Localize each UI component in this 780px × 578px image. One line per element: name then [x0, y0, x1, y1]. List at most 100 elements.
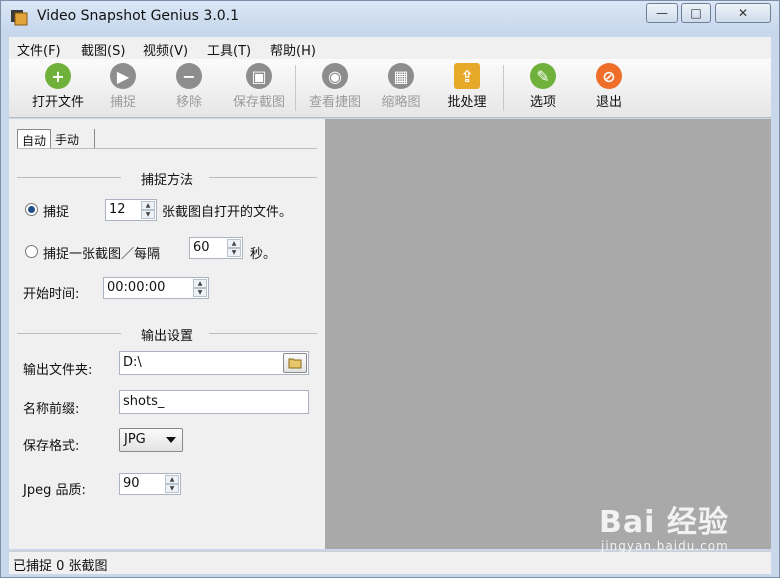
- toolbar-separator: [503, 65, 504, 111]
- save-format-label: 保存格式:: [23, 439, 80, 454]
- output-folder-field[interactable]: D:\: [119, 351, 309, 375]
- capture-interval-label: 捕捉一张截图／每隔: [43, 247, 161, 262]
- minus-icon: −: [176, 63, 202, 89]
- capture-count-suffix: 张截图自打开的文件。: [162, 205, 293, 220]
- app-logo-icon: [11, 10, 28, 26]
- minimize-button[interactable]: —: [646, 3, 678, 23]
- section-line-right: [209, 333, 317, 334]
- toolbar: + 打开文件 ▶ 捕捉 − 移除 ▣ 保存截图 ◉ 查看捷图 ▦ 缩略图 ⇪ 批…: [9, 59, 771, 118]
- menu-bar: 文件(F) 截图(S) 视频(V) 工具(T) 帮助(H): [9, 37, 771, 59]
- menu-tools[interactable]: 工具(T): [207, 40, 251, 59]
- save-snapshot-button[interactable]: ▣ 保存截图: [227, 63, 291, 110]
- folder-icon: [288, 358, 302, 369]
- play-icon: ▶: [110, 63, 136, 89]
- view-snapshot-label: 查看捷图: [308, 95, 361, 110]
- output-settings-title: 输出设置: [140, 329, 193, 344]
- remove-button[interactable]: − 移除: [169, 63, 209, 110]
- capture-interval-stepper[interactable]: 60 ▲ ▼: [189, 237, 243, 259]
- thumbnail-label: 缩略图: [381, 95, 421, 110]
- tab-manual[interactable]: 手动: [51, 129, 95, 149]
- stepper-up-icon[interactable]: ▲: [193, 279, 207, 288]
- stepper-arrows[interactable]: ▲ ▼: [193, 279, 207, 297]
- options-label: 选项: [529, 95, 556, 110]
- stepper-arrows[interactable]: ▲ ▼: [227, 239, 241, 257]
- capture-button[interactable]: ▶ 捕捉: [103, 63, 143, 110]
- output-folder-value: D:\: [123, 355, 142, 370]
- menu-video[interactable]: 视频(V): [143, 40, 188, 59]
- watermark-main: Bai 经验: [599, 505, 729, 540]
- thumbnail-icon: ▦: [388, 63, 414, 89]
- start-time-value: 00:00:00: [107, 280, 166, 295]
- browse-folder-button[interactable]: [283, 353, 307, 373]
- app-window: Video Snapshot Genius 3.0.1 — □ ✕ 文件(F) …: [0, 0, 780, 578]
- window-title: Video Snapshot Genius 3.0.1: [37, 8, 240, 24]
- maximize-icon: □: [690, 6, 702, 20]
- tab-divider: [17, 148, 317, 149]
- chevron-down-icon: [166, 437, 176, 443]
- options-button[interactable]: ✎ 选项: [523, 63, 563, 110]
- section-line-right: [209, 177, 317, 178]
- save-format-select[interactable]: JPG: [119, 428, 183, 452]
- name-prefix-value: shots_: [123, 394, 165, 409]
- exit-icon: ⊘: [596, 63, 622, 89]
- jpeg-quality-stepper[interactable]: 90 ▲ ▼: [119, 473, 181, 495]
- maximize-button[interactable]: □: [681, 3, 711, 23]
- preview-area: [325, 119, 771, 549]
- jpeg-quality-label: Jpeg 品质:: [23, 483, 86, 498]
- stepper-arrows[interactable]: ▲ ▼: [165, 475, 179, 493]
- batch-button[interactable]: ⇪ 批处理: [443, 63, 491, 110]
- tab-auto[interactable]: 自动: [17, 129, 51, 149]
- capture-count-label: 捕捉: [43, 205, 70, 220]
- stepper-down-icon[interactable]: ▼: [227, 248, 241, 257]
- stepper-down-icon[interactable]: ▼: [193, 288, 207, 297]
- capture-count-value: 12: [109, 202, 126, 217]
- status-bar: 已捕捉 0 张截图: [9, 551, 771, 574]
- capture-interval-value: 60: [193, 240, 210, 255]
- status-text: 已捕捉 0 张截图: [13, 559, 108, 574]
- add-icon: +: [45, 63, 71, 89]
- capture-interval-suffix: 秒。: [250, 247, 277, 262]
- settings-panel: 自动 手动 捕捉方法 捕捉 12 ▲ ▼ 张截图自打开的文件。 捕捉一张截图／每隔…: [9, 119, 326, 549]
- thumbnail-button[interactable]: ▦ 缩略图: [377, 63, 425, 110]
- view-snapshot-button[interactable]: ◉ 查看捷图: [303, 63, 367, 110]
- jpeg-quality-value: 90: [123, 476, 140, 491]
- start-time-label: 开始时间:: [23, 287, 80, 302]
- batch-icon: ⇪: [454, 63, 480, 89]
- menu-help[interactable]: 帮助(H): [270, 40, 316, 59]
- start-time-field[interactable]: 00:00:00 ▲ ▼: [103, 277, 209, 299]
- remove-label: 移除: [175, 95, 202, 110]
- batch-label: 批处理: [447, 95, 487, 110]
- capture-count-stepper[interactable]: 12 ▲ ▼: [105, 199, 157, 221]
- wrench-icon: ✎: [530, 63, 556, 89]
- stepper-down-icon[interactable]: ▼: [165, 484, 179, 493]
- close-button[interactable]: ✕: [715, 3, 771, 23]
- stepper-up-icon[interactable]: ▲: [165, 475, 179, 484]
- capture-interval-radio[interactable]: [25, 245, 38, 258]
- name-prefix-field[interactable]: shots_: [119, 390, 309, 414]
- capture-method-title: 捕捉方法: [140, 173, 193, 188]
- output-folder-label: 输出文件夹:: [23, 363, 93, 378]
- open-file-button[interactable]: + 打开文件: [27, 63, 89, 110]
- baidu-watermark: Bai 经验 jingyan.baidu.com: [599, 497, 729, 553]
- exit-label: 退出: [595, 95, 622, 110]
- open-file-label: 打开文件: [31, 95, 84, 110]
- toolbar-separator: [295, 65, 296, 111]
- name-prefix-label: 名称前缀:: [23, 402, 80, 417]
- exit-button[interactable]: ⊘ 退出: [589, 63, 629, 110]
- stepper-up-icon[interactable]: ▲: [141, 201, 155, 210]
- save-icon: ▣: [246, 63, 272, 89]
- stepper-up-icon[interactable]: ▲: [227, 239, 241, 248]
- stepper-arrows[interactable]: ▲ ▼: [141, 201, 155, 219]
- save-format-value: JPG: [124, 432, 146, 447]
- menu-file[interactable]: 文件(F): [17, 40, 61, 59]
- menu-snapshot[interactable]: 截图(S): [81, 40, 125, 59]
- watermark-sub: jingyan.baidu.com: [601, 539, 729, 553]
- save-snapshot-label: 保存截图: [232, 95, 285, 110]
- view-icon: ◉: [322, 63, 348, 89]
- capture-count-radio[interactable]: [25, 203, 38, 216]
- title-bar: Video Snapshot Genius 3.0.1 — □ ✕: [1, 1, 779, 33]
- capture-label: 捕捉: [109, 95, 136, 110]
- minimize-icon: —: [656, 6, 668, 20]
- close-icon: ✕: [737, 6, 749, 20]
- stepper-down-icon[interactable]: ▼: [141, 210, 155, 219]
